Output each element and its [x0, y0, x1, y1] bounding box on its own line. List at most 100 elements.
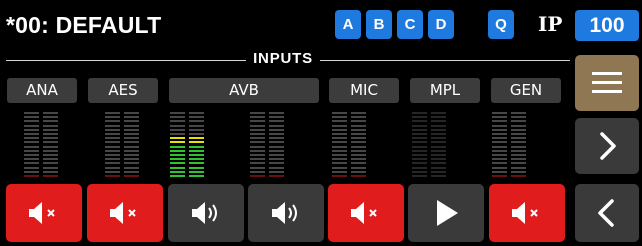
meter-segment-left: [332, 145, 347, 148]
meter-segment-right: [43, 170, 58, 173]
meter-row: [105, 154, 141, 156]
meter-segment-right: [189, 170, 204, 173]
meter-segment-left: [105, 166, 120, 169]
mute-button-gen[interactable]: [489, 184, 565, 242]
menu-button[interactable]: [575, 55, 639, 111]
mute-button-aes[interactable]: [87, 184, 163, 242]
ip-value-button[interactable]: 100: [575, 10, 639, 41]
meter-row: [492, 158, 528, 161]
meter-segment-right: [124, 120, 139, 123]
meter-segment-right: [511, 137, 526, 140]
meter-row: [250, 116, 286, 119]
meter-segment-left: [105, 158, 120, 161]
ip-label: IP: [538, 12, 563, 36]
channel-tab-mic[interactable]: MIC: [329, 78, 399, 103]
meter-segment-right: [351, 145, 366, 148]
meter-segment-left: [170, 112, 185, 114]
meter-segment-right: [431, 128, 446, 131]
mute-button-avb-2[interactable]: [248, 184, 324, 242]
meter-segment-right: [269, 145, 284, 148]
meter-segment-left: [170, 158, 185, 161]
meter-segment-right: [351, 154, 366, 156]
meter-segment-left: [492, 149, 507, 152]
meter-segment-right: [269, 116, 284, 119]
meter-row: [24, 128, 60, 131]
meter-row: [332, 128, 368, 131]
meter-row: [250, 175, 286, 177]
meter-segment-right: [189, 162, 204, 165]
meter-segment-left: [250, 166, 265, 169]
preset-b-button[interactable]: B: [366, 10, 392, 39]
meter-row: [492, 175, 528, 177]
channel-tab-avb[interactable]: AVB: [169, 78, 319, 103]
meter-segment-left: [332, 128, 347, 131]
next-button[interactable]: [575, 118, 639, 174]
meter-segment-left: [24, 137, 39, 140]
meter-segment-left: [105, 170, 120, 173]
meter-row: [412, 162, 448, 165]
meter-segment-right: [43, 112, 58, 114]
meter-segment-right: [431, 137, 446, 140]
meter-segment-right: [43, 158, 58, 161]
meter-segment-right: [189, 133, 204, 135]
channel-tab-mpl[interactable]: MPL: [410, 78, 480, 103]
meter-row: [24, 112, 60, 114]
meter-row: [332, 124, 368, 127]
meter-row: [24, 162, 60, 165]
channel-tab-gen[interactable]: GEN: [491, 78, 561, 103]
speaker-muted-icon: [351, 202, 377, 224]
level-meter-avb-2: [250, 112, 286, 180]
meter-segment-right: [431, 141, 446, 144]
meter-segment-right: [269, 133, 284, 135]
meter-segment-right: [269, 154, 284, 156]
meter-row: [105, 149, 141, 152]
meter-segment-left: [492, 175, 507, 177]
meter-segment-right: [269, 128, 284, 131]
meter-row: [412, 116, 448, 119]
meter-segment-left: [170, 170, 185, 173]
meter-row: [170, 141, 206, 144]
meter-segment-right: [124, 175, 139, 177]
play-button-mpl[interactable]: [408, 184, 484, 242]
meter-row: [105, 124, 141, 127]
meter-segment-right: [511, 128, 526, 131]
mute-button-ana[interactable]: [6, 184, 82, 242]
meter-segment-right: [431, 154, 446, 156]
meter-row: [412, 158, 448, 161]
preset-c-button[interactable]: C: [397, 10, 423, 39]
meter-row: [412, 128, 448, 131]
meter-segment-left: [24, 124, 39, 127]
meter-row: [105, 162, 141, 165]
meter-segment-left: [412, 166, 427, 169]
meter-row: [24, 120, 60, 123]
preset-d-button[interactable]: D: [428, 10, 454, 39]
meter-segment-left: [250, 149, 265, 152]
meter-segment-right: [124, 137, 139, 140]
meter-segment-right: [124, 116, 139, 119]
meter-segment-right: [431, 116, 446, 119]
meter-segment-right: [269, 170, 284, 173]
meter-segment-right: [189, 137, 204, 140]
speaker-on-icon: [192, 202, 217, 224]
mute-button-avb-1[interactable]: [168, 184, 244, 242]
channel-tab-ana[interactable]: ANA: [7, 78, 77, 103]
meter-row: [24, 116, 60, 119]
meter-segment-left: [105, 112, 120, 114]
previous-button[interactable]: [575, 184, 639, 242]
meter-row: [412, 145, 448, 148]
meter-row: [170, 175, 206, 177]
meter-segment-right: [189, 112, 204, 114]
meter-segment-left: [170, 141, 185, 144]
meter-segment-right: [431, 124, 446, 127]
meter-segment-right: [189, 120, 204, 123]
channel-tab-aes[interactable]: AES: [88, 78, 158, 103]
mute-button-mic[interactable]: [328, 184, 404, 242]
meter-segment-left: [492, 116, 507, 119]
meter-row: [332, 133, 368, 135]
preset-a-button[interactable]: A: [335, 10, 361, 39]
q-button[interactable]: Q: [488, 10, 514, 39]
meter-row: [105, 116, 141, 119]
meter-row: [250, 137, 286, 140]
meter-segment-right: [269, 137, 284, 140]
meter-row: [250, 154, 286, 156]
